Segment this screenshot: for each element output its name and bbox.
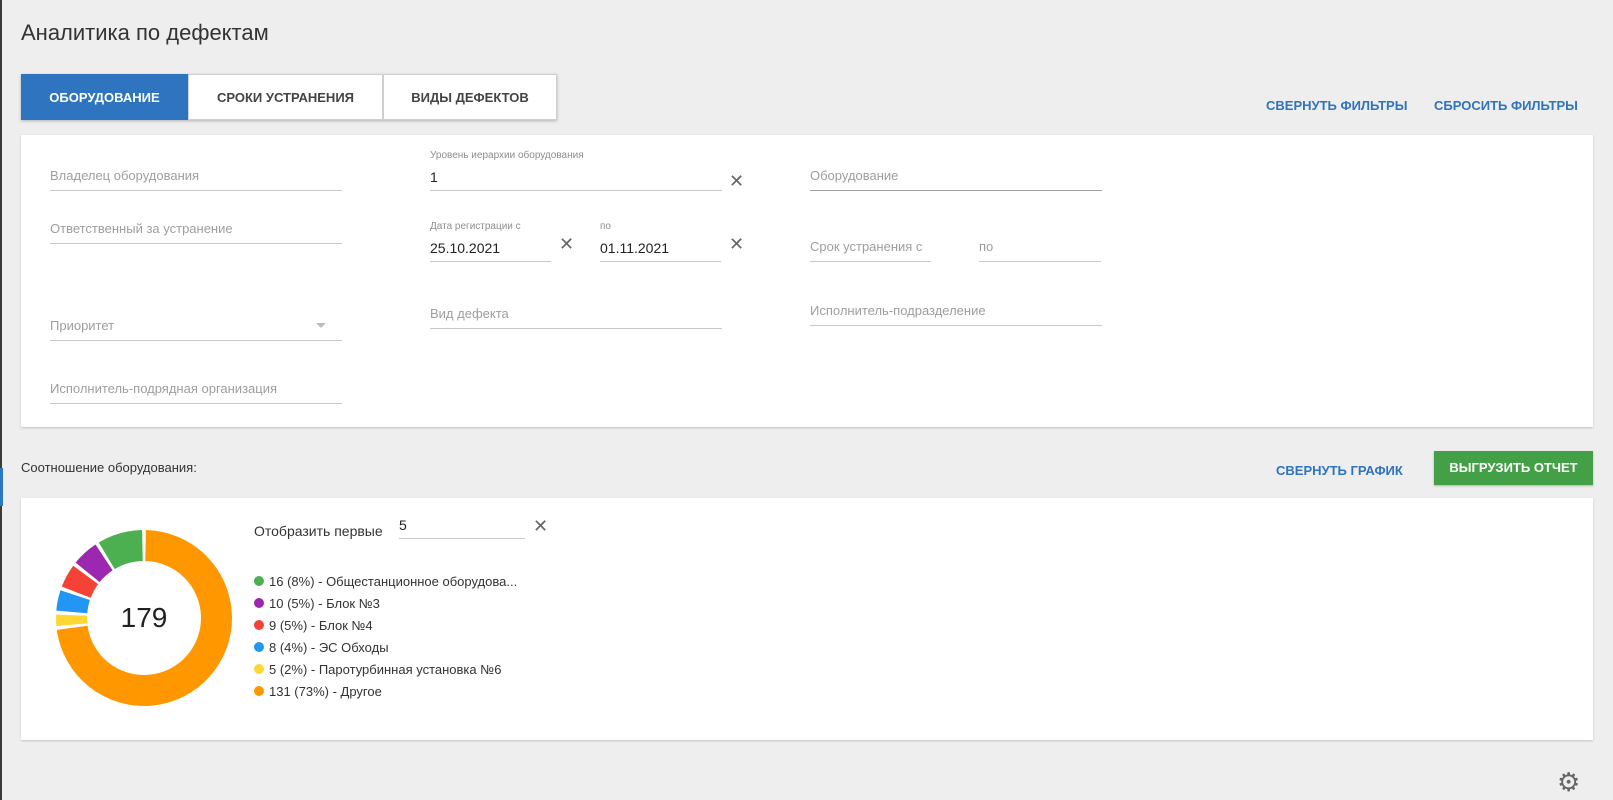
legend-dot-icon — [254, 620, 264, 630]
tab-fix-deadlines[interactable]: СРОКИ УСТРАНЕНИЯ — [188, 74, 383, 120]
legend-item[interactable]: 131 (73%) - Другое — [254, 680, 517, 702]
executor-contractor-placeholder: Исполнитель-подрядная организация — [50, 381, 278, 396]
legend-item[interactable]: 10 (5%) - Блок №3 — [254, 592, 517, 614]
responsible-placeholder: Ответственный за устранение — [50, 221, 233, 236]
legend-dot-icon — [254, 664, 264, 674]
equipment-field[interactable]: Оборудование — [810, 160, 1102, 191]
fix-deadline-to-field[interactable]: по — [979, 231, 1101, 262]
legend-label: 131 (73%) - Другое — [269, 683, 382, 699]
legend-item[interactable]: 9 (5%) - Блок №4 — [254, 614, 517, 636]
registration-date-from-value: 25.10.2021 — [430, 240, 501, 256]
collapse-chart-button[interactable]: СВЕРНУТЬ ГРАФИК — [1276, 463, 1403, 478]
fix-deadline-to-placeholder: по — [979, 239, 994, 254]
owner-field[interactable]: Владелец оборудования — [50, 160, 342, 191]
responsible-field[interactable]: Ответственный за устранение — [50, 213, 342, 244]
left-accent-marker — [0, 468, 3, 506]
chart-legend: 16 (8%) - Общестанционное оборудова... 10… — [254, 570, 517, 702]
tab-bar: ОБОРУДОВАНИЕ СРОКИ УСТРАНЕНИЯ ВИДЫ ДЕФЕК… — [21, 74, 557, 120]
settings-gear-icon[interactable]: ⚙ — [1557, 767, 1580, 798]
legend-label: 5 (2%) - Паротурбинная установка №6 — [269, 661, 502, 677]
legend-item[interactable]: 5 (2%) - Паротурбинная установка №6 — [254, 658, 517, 680]
executor-contractor-field[interactable]: Исполнитель-подрядная организация — [50, 373, 342, 404]
filters-panel: Владелец оборудования Уровень иерархии о… — [21, 135, 1593, 427]
defect-type-field[interactable]: Вид дефекта — [430, 298, 722, 329]
donut-chart: 179 — [55, 530, 232, 706]
page-title: Аналитика по дефектам — [21, 20, 269, 45]
priority-select[interactable]: Приоритет — [50, 310, 342, 341]
registration-date-to-value: 01.11.2021 — [600, 240, 670, 256]
chart-section-title: Соотношение оборудования: — [21, 460, 197, 475]
legend-label: 9 (5%) - Блок №4 — [269, 617, 373, 633]
tab-equipment[interactable]: ОБОРУДОВАНИЕ — [21, 74, 188, 120]
tab-defect-types[interactable]: ВИДЫ ДЕФЕКТОВ — [383, 74, 557, 120]
collapse-filters-button[interactable]: СВЕРНУТЬ ФИЛЬТРЫ — [1266, 98, 1407, 113]
legend-label: 16 (8%) - Общестанционное оборудова... — [269, 573, 518, 589]
executor-unit-placeholder: Исполнитель-подразделение — [810, 303, 986, 318]
hierarchy-level-label: Уровень иерархии оборудования — [430, 150, 584, 161]
clear-hierarchy-close-icon[interactable]: ✕ — [729, 172, 744, 190]
hierarchy-level-value: 1 — [430, 169, 438, 185]
clear-top-n-close-icon[interactable]: ✕ — [533, 517, 548, 535]
priority-placeholder: Приоритет — [50, 318, 115, 333]
equipment-placeholder: Оборудование — [810, 168, 899, 183]
legend-dot-icon — [254, 642, 264, 652]
clear-date-to-close-icon[interactable]: ✕ — [729, 235, 744, 253]
registration-date-from-label: Дата регистрации с — [430, 221, 521, 232]
registration-date-to-field[interactable]: по 01.11.2021 — [600, 221, 721, 262]
reset-filters-button[interactable]: СБРОСИТЬ ФИЛЬТРЫ — [1434, 98, 1578, 113]
legend-item[interactable]: 8 (4%) - ЭС Обходы — [254, 636, 517, 658]
top-n-value: 5 — [399, 517, 407, 533]
legend-dot-icon — [254, 576, 264, 586]
registration-date-to-label: по — [600, 221, 611, 232]
legend-label: 8 (4%) - ЭС Обходы — [269, 639, 389, 655]
legend-dot-icon — [254, 686, 264, 696]
left-edge — [0, 0, 2, 800]
top-n-label: Отобразить первые — [254, 523, 383, 539]
dropdown-arrow-icon — [316, 323, 326, 328]
registration-date-from-field[interactable]: Дата регистрации с 25.10.2021 — [430, 221, 551, 262]
top-n-input[interactable]: 5 — [399, 508, 525, 539]
legend-dot-icon — [254, 598, 264, 608]
legend-label: 10 (5%) - Блок №3 — [269, 595, 380, 611]
fix-deadline-from-field[interactable]: Срок устранения с — [810, 231, 931, 262]
hierarchy-level-field[interactable]: Уровень иерархии оборудования 1 — [430, 150, 722, 191]
fix-deadline-from-placeholder: Срок устранения с — [810, 239, 923, 254]
donut-total: 179 — [121, 602, 168, 633]
legend-item[interactable]: 16 (8%) - Общестанционное оборудова... — [254, 570, 517, 592]
defect-type-placeholder: Вид дефекта — [430, 306, 509, 321]
executor-unit-field[interactable]: Исполнитель-подразделение — [810, 295, 1102, 326]
export-report-button[interactable]: ВЫГРУЗИТЬ ОТЧЕТ — [1434, 451, 1593, 485]
clear-date-from-close-icon[interactable]: ✕ — [559, 235, 574, 253]
donut-slice-4[interactable] — [55, 614, 88, 627]
owner-placeholder: Владелец оборудования — [50, 168, 200, 183]
